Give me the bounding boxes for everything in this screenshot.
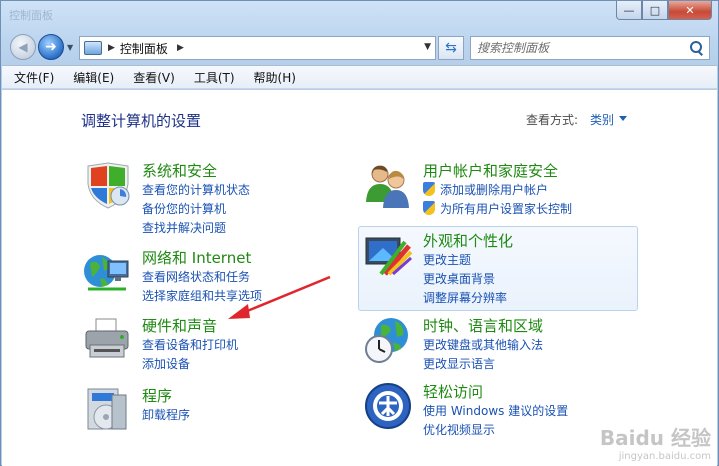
forward-button[interactable]: ➜ xyxy=(38,34,64,60)
search-input[interactable] xyxy=(477,38,687,58)
forward-arrow-icon: ➜ xyxy=(45,39,57,55)
watermark-logo: Baidu 经验 xyxy=(599,426,711,450)
maximize-button[interactable]: □ xyxy=(642,1,668,20)
breadcrumb-control-panel[interactable]: 控制面板 xyxy=(120,40,168,57)
breadcrumb-separator-icon[interactable]: ▶ xyxy=(177,43,184,53)
navigation-row: ◀ ➜ ▼ ▶ 控制面板 ▶ ▼ ⇆ xyxy=(1,31,718,63)
search-box[interactable] xyxy=(470,36,710,60)
close-button[interactable]: ✕ xyxy=(668,1,712,20)
menu-tools[interactable]: 工具(T) xyxy=(194,69,235,86)
refresh-button[interactable]: ⇆ xyxy=(438,36,464,60)
menu-view[interactable]: 查看(V) xyxy=(133,69,175,86)
address-dropdown-icon[interactable]: ▼ xyxy=(424,42,431,52)
search-icon[interactable] xyxy=(687,39,705,57)
minimize-button[interactable]: — xyxy=(616,1,642,20)
refresh-icon: ⇆ xyxy=(445,40,457,56)
title-bar: 控制面板 — □ ✕ xyxy=(1,1,718,29)
control-panel-window: 控制面板 — □ ✕ ◀ ➜ ▼ ▶ 控制面板 ▶ ▼ ⇆ 文件(F xyxy=(0,0,719,466)
menu-file[interactable]: 文件(F) xyxy=(14,69,54,86)
watermark: Baidu 经验 jingyan.baidu.com xyxy=(600,422,711,462)
annotation-arrow-icon xyxy=(228,275,331,319)
window-title: 控制面板 xyxy=(9,9,53,22)
caption-buttons: — □ ✕ xyxy=(616,1,712,20)
address-bar[interactable]: ▶ 控制面板 ▶ ▼ xyxy=(79,36,436,60)
back-arrow-icon: ◀ xyxy=(18,40,28,54)
menu-help[interactable]: 帮助(H) xyxy=(254,69,296,86)
menu-edit[interactable]: 编辑(E) xyxy=(73,69,114,86)
control-panel-icon xyxy=(84,41,102,55)
back-button[interactable]: ◀ xyxy=(10,34,36,60)
recent-pages-dropdown-icon[interactable]: ▼ xyxy=(67,43,73,52)
breadcrumb-separator-icon[interactable]: ▶ xyxy=(108,43,115,53)
watermark-url: jingyan.baidu.com xyxy=(618,451,711,462)
menu-bar: 文件(F) 编辑(E) 查看(V) 工具(T) 帮助(H) xyxy=(2,65,717,89)
content-area: 调整计算机的设置 查看方式: 类别 系统和安全 查看您的计算机状态 备份您的计算… xyxy=(2,90,717,466)
